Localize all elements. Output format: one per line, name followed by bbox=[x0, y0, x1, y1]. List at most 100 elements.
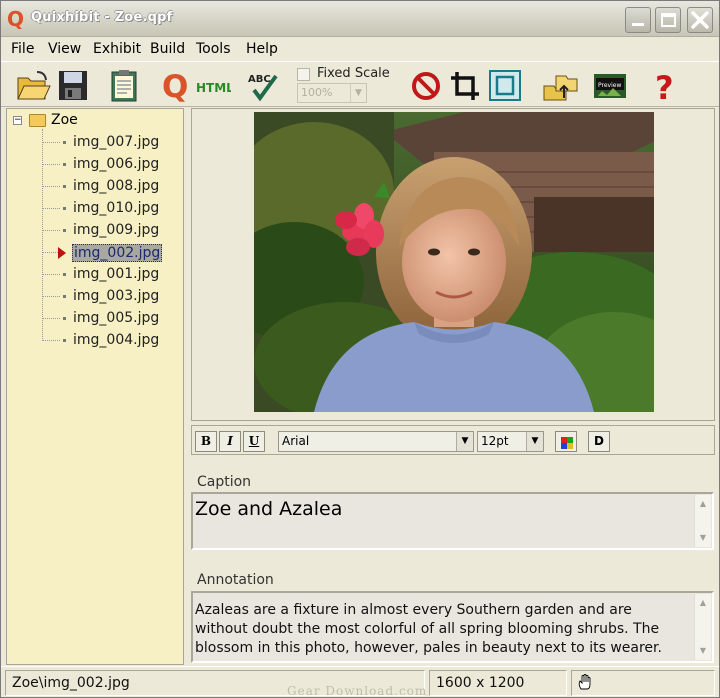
svg-text:?: ? bbox=[655, 69, 674, 103]
scale-value: 100% bbox=[301, 86, 333, 99]
save-button[interactable] bbox=[54, 67, 92, 104]
menu-file[interactable]: File bbox=[11, 41, 34, 57]
window-title: Quixhibit - Zoe.qpf bbox=[31, 10, 173, 25]
svg-text:ABC: ABC bbox=[248, 74, 271, 85]
watermark: Gear Download.com bbox=[287, 684, 428, 698]
stop-button[interactable] bbox=[407, 67, 445, 104]
tree-item-label: img_001.jpg bbox=[73, 266, 160, 282]
crop-icon bbox=[451, 72, 479, 100]
help-button[interactable]: ? bbox=[646, 67, 684, 104]
quixhibit-button[interactable]: Q bbox=[156, 67, 194, 104]
menu-build[interactable]: Build bbox=[150, 41, 185, 57]
bullet-icon bbox=[63, 141, 66, 144]
scroll-up-icon[interactable]: ▲ bbox=[696, 595, 710, 611]
checkbox-box[interactable] bbox=[297, 68, 310, 81]
caption-field[interactable]: Zoe and Azalea ▲ ▼ bbox=[191, 492, 714, 550]
menu-view[interactable]: View bbox=[48, 41, 81, 57]
svg-text:HTML: HTML bbox=[196, 81, 231, 95]
scroll-up-icon[interactable]: ▲ bbox=[696, 496, 710, 512]
menu-help[interactable]: Help bbox=[246, 41, 278, 57]
preview-icon: Preview bbox=[594, 74, 626, 98]
annotation-field[interactable]: Azaleas are a fixture in almost every So… bbox=[191, 591, 714, 663]
svg-text:Preview: Preview bbox=[598, 82, 621, 89]
bold-button[interactable]: B bbox=[195, 431, 217, 452]
tree-connector bbox=[42, 296, 60, 297]
menu-tools[interactable]: Tools bbox=[196, 41, 231, 57]
tree-connector bbox=[42, 230, 60, 231]
svg-text:Q: Q bbox=[162, 69, 188, 103]
export-button[interactable] bbox=[541, 67, 579, 104]
crop-button[interactable] bbox=[446, 67, 484, 104]
photo-pane bbox=[191, 108, 715, 421]
font-select[interactable]: Arial ▼ bbox=[278, 431, 474, 452]
color-button[interactable] bbox=[555, 431, 577, 452]
title-bar[interactable]: Q Quixhibit - Zoe.qpf bbox=[1, 1, 719, 37]
tree-connector bbox=[42, 208, 60, 209]
status-dimensions: 1600 x 1200 bbox=[429, 670, 567, 696]
photo-preview[interactable] bbox=[254, 112, 654, 412]
annotation-scrollbar[interactable]: ▲ ▼ bbox=[694, 594, 711, 660]
underline-button[interactable]: U bbox=[243, 431, 265, 452]
tree-item-label: img_008.jpg bbox=[73, 178, 160, 194]
export-folder-icon bbox=[543, 75, 578, 101]
tree-item-label: img_005.jpg bbox=[73, 310, 160, 326]
scroll-down-icon[interactable]: ▼ bbox=[696, 530, 710, 546]
collapse-icon[interactable]: − bbox=[13, 116, 22, 125]
tree-root-label: Zoe bbox=[51, 112, 78, 128]
clipboard-icon bbox=[111, 70, 137, 102]
open-button[interactable] bbox=[14, 67, 52, 104]
tree-connector bbox=[42, 318, 60, 319]
html-button[interactable]: HTML bbox=[194, 67, 232, 104]
caption-label: Caption bbox=[197, 474, 252, 490]
scroll-down-icon[interactable]: ▼ bbox=[696, 643, 710, 659]
color-swatch-icon bbox=[567, 443, 573, 449]
close-button[interactable] bbox=[687, 7, 713, 33]
tree-connector bbox=[42, 142, 60, 143]
minimize-icon bbox=[632, 23, 644, 26]
open-folder-icon bbox=[17, 71, 51, 100]
tree-connector bbox=[42, 186, 60, 187]
caption-scrollbar[interactable]: ▲ ▼ bbox=[694, 495, 711, 547]
bullet-icon bbox=[63, 229, 66, 232]
chevron-down-icon: ▼ bbox=[456, 432, 473, 451]
tree-item-label: img_002.jpg bbox=[72, 244, 163, 262]
fixed-scale-label: Fixed Scale bbox=[317, 66, 390, 81]
help-icon: ? bbox=[655, 69, 674, 103]
default-format-button[interactable]: D bbox=[588, 431, 610, 452]
status-tool bbox=[571, 670, 715, 696]
bullet-icon bbox=[63, 207, 66, 210]
chevron-down-icon: ▼ bbox=[526, 432, 543, 451]
quixhibit-q-icon: Q bbox=[162, 69, 188, 103]
minimize-button[interactable] bbox=[625, 7, 651, 33]
maximize-icon bbox=[661, 13, 676, 27]
scale-select[interactable]: 100% ▼ bbox=[297, 83, 367, 103]
annotation-label: Annotation bbox=[197, 572, 274, 588]
frame-button[interactable] bbox=[486, 67, 524, 104]
hand-tool-icon bbox=[578, 674, 591, 690]
preview-button[interactable]: Preview bbox=[591, 67, 629, 104]
italic-button[interactable]: I bbox=[219, 431, 241, 452]
bullet-icon bbox=[63, 317, 66, 320]
tree-item-label: img_009.jpg bbox=[73, 222, 160, 238]
annotation-text: Azaleas are a fixture in almost every So… bbox=[195, 602, 662, 656]
bullet-icon bbox=[63, 295, 66, 298]
tree-connector bbox=[42, 274, 60, 275]
save-disk-icon bbox=[59, 71, 87, 100]
html-icon: HTML bbox=[196, 81, 231, 95]
chevron-down-icon: ▼ bbox=[350, 84, 366, 102]
exhibit-tree[interactable]: − Zoe img_007.jpg img_006.jpg img_008.jpg i… bbox=[6, 108, 184, 665]
photo-image bbox=[254, 112, 654, 412]
bullet-icon bbox=[63, 185, 66, 188]
format-toolbar: B I U Arial ▼ 12pt ▼ D bbox=[191, 425, 715, 455]
menu-bar: File View Exhibit Build Tools Help bbox=[1, 38, 719, 60]
clipboard-button[interactable] bbox=[105, 67, 143, 104]
tree-item-label: img_010.jpg bbox=[73, 200, 160, 216]
font-size-select[interactable]: 12pt ▼ bbox=[477, 431, 544, 452]
close-icon bbox=[691, 11, 709, 29]
tree-connector bbox=[42, 129, 43, 341]
spellcheck-button[interactable]: ABC bbox=[245, 67, 283, 104]
menu-exhibit[interactable]: Exhibit bbox=[93, 41, 141, 57]
tree-connector bbox=[42, 340, 60, 341]
caption-text: Zoe and Azalea bbox=[195, 498, 343, 520]
maximize-button[interactable] bbox=[655, 7, 681, 33]
